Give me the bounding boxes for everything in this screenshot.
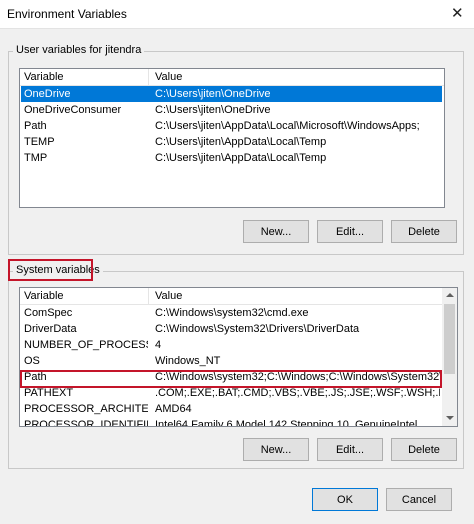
system-variables-list[interactable]: Variable Value ComSpec C:\Windows\system3…: [19, 287, 458, 427]
variable-value-cell: C:\Users\jiten\AppData\Local\Microsoft\W…: [155, 120, 420, 132]
column-header-variable[interactable]: Variable: [24, 71, 64, 83]
system-new-button[interactable]: New...: [243, 438, 309, 461]
table-row[interactable]: TMP C:\Users\jiten\AppData\Local\Temp: [21, 150, 442, 166]
list-header: Variable Value: [20, 288, 442, 305]
user-edit-button[interactable]: Edit...: [317, 220, 383, 243]
system-delete-button[interactable]: Delete: [391, 438, 457, 461]
column-header-variable[interactable]: Variable: [24, 290, 64, 302]
variable-name-cell: TMP: [24, 152, 48, 164]
table-row[interactable]: Path C:\Users\jiten\AppData\Local\Microso…: [21, 118, 442, 134]
user-new-button[interactable]: New...: [243, 220, 309, 243]
title-bar: Environment Variables ✕: [0, 0, 474, 29]
table-row[interactable]: ComSpec C:\Windows\system32\cmd.exe: [21, 305, 439, 321]
variable-name-cell: TEMP: [24, 136, 55, 148]
variable-name-cell: PROCESSOR_ARCHITECTU...: [24, 403, 148, 415]
variable-name-cell: OS: [24, 355, 40, 367]
variable-value-cell: 4: [155, 339, 162, 351]
variable-name-cell: PROCESSOR_IDENTIFIER: [24, 419, 148, 427]
column-header-value[interactable]: Value: [155, 290, 182, 302]
table-row[interactable]: OS Windows_NT: [21, 353, 439, 369]
variable-name-cell: DriverData: [24, 323, 77, 335]
cancel-button[interactable]: Cancel: [386, 488, 452, 511]
table-row[interactable]: NUMBER_OF_PROCESSORS 4: [21, 337, 439, 353]
variable-name-cell: PATHEXT: [24, 387, 74, 399]
window-title: Environment Variables: [7, 7, 127, 21]
variable-value-cell: AMD64: [155, 403, 192, 415]
scroll-down-arrow-icon[interactable]: [446, 416, 454, 420]
column-header-value[interactable]: Value: [155, 71, 182, 83]
table-row[interactable]: TEMP C:\Users\jiten\AppData\Local\Temp: [21, 134, 442, 150]
variable-name-cell: ComSpec: [24, 307, 73, 319]
table-row[interactable]: DriverData C:\Windows\System32\Drivers\Dr…: [21, 321, 439, 337]
variable-value-cell: Windows_NT: [155, 355, 221, 367]
user-variables-list[interactable]: Variable Value OneDrive C:\Users\jiten\On…: [19, 68, 445, 208]
scrollbar-thumb[interactable]: [444, 304, 455, 374]
list-header: Variable Value: [20, 69, 444, 86]
column-divider[interactable]: [148, 288, 149, 304]
variable-value-cell: C:\Users\jiten\OneDrive: [155, 88, 271, 100]
variable-value-cell: C:\Users\jiten\OneDrive: [155, 104, 271, 116]
system-variables-label-highlight: [8, 259, 93, 281]
column-divider[interactable]: [148, 69, 149, 85]
variable-value-cell: C:\Windows\System32\Drivers\DriverData: [155, 323, 360, 335]
variable-name-cell: OneDriveConsumer: [24, 104, 122, 116]
ok-button[interactable]: OK: [312, 488, 378, 511]
user-variables-label: User variables for jitendra: [13, 44, 145, 56]
variable-value-cell: C:\Users\jiten\AppData\Local\Temp: [155, 152, 327, 164]
variable-value-cell: C:\Windows\system32\cmd.exe: [155, 307, 309, 319]
close-icon[interactable]: ✕: [451, 4, 464, 22]
vertical-scrollbar[interactable]: [442, 288, 457, 426]
table-row[interactable]: PROCESSOR_ARCHITECTU... AMD64: [21, 401, 439, 417]
scroll-up-arrow-icon[interactable]: [446, 293, 454, 297]
variable-value-cell: Intel64 Family 6 Model 142 Stepping 10, …: [155, 419, 418, 427]
variable-name-cell: Path: [24, 120, 47, 132]
variable-value-cell: .COM;.EXE;.BAT;.CMD;.VBS;.VBE;.JS;.JSE;.…: [155, 387, 440, 399]
table-row[interactable]: OneDrive C:\Users\jiten\OneDrive: [21, 86, 442, 102]
table-row[interactable]: OneDriveConsumer C:\Users\jiten\OneDrive: [21, 102, 442, 118]
variable-value-cell: C:\Users\jiten\AppData\Local\Temp: [155, 136, 327, 148]
variable-name-cell: OneDrive: [24, 88, 71, 100]
path-row-highlight: [20, 370, 442, 388]
variable-name-cell: NUMBER_OF_PROCESSORS: [24, 339, 148, 351]
system-edit-button[interactable]: Edit...: [317, 438, 383, 461]
user-delete-button[interactable]: Delete: [391, 220, 457, 243]
table-row[interactable]: PROCESSOR_IDENTIFIER Intel64 Family 6 Mod…: [21, 417, 439, 427]
